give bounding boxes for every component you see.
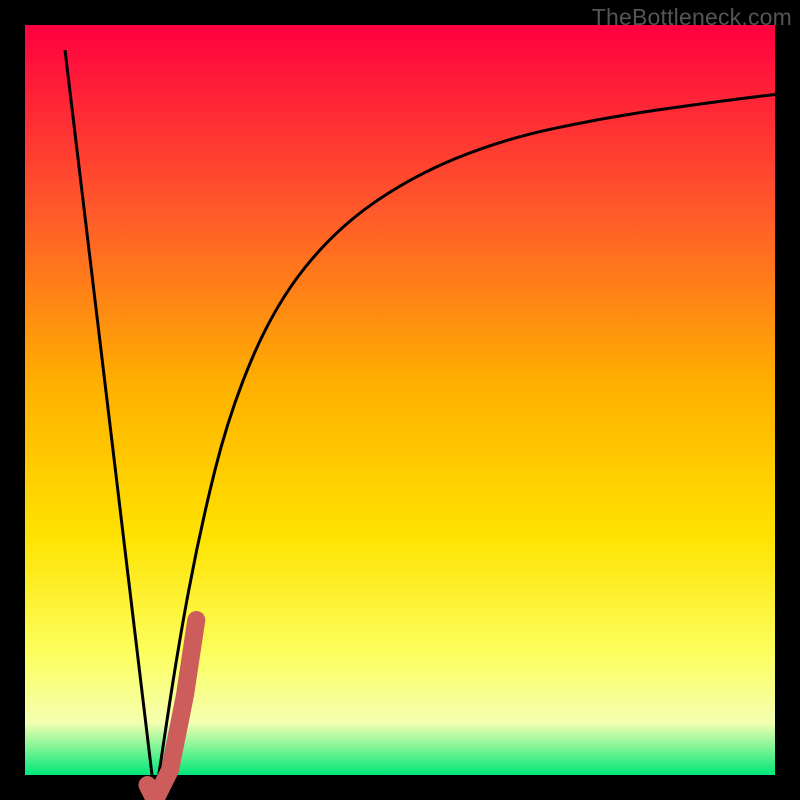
curve-layer — [50, 50, 800, 800]
curve-left-branch — [65, 50, 155, 800]
chart-container: TheBottleneck.com — [0, 0, 800, 800]
plot-area — [25, 25, 775, 775]
curve-right-branch — [155, 91, 800, 800]
hook-overlay — [148, 620, 197, 800]
